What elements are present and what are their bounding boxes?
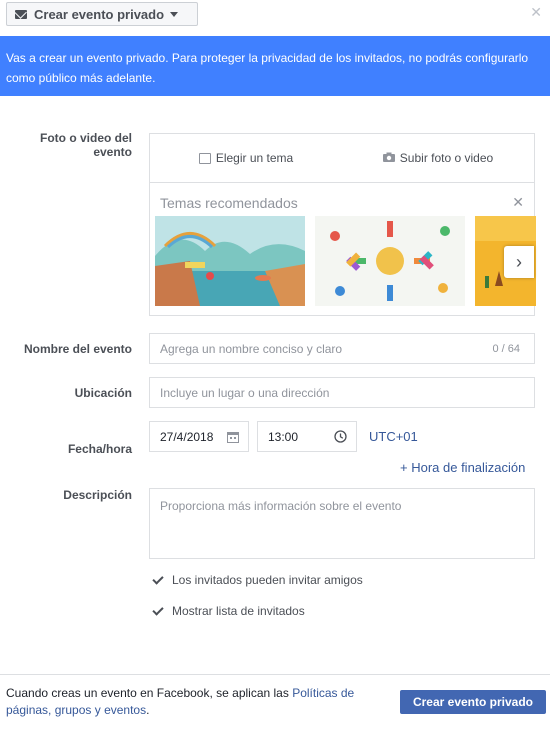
footer-divider	[0, 674, 550, 675]
event-name-placeholder: Agrega un nombre conciso y claro	[160, 341, 343, 356]
date-input[interactable]: 27/4/2018	[149, 421, 249, 452]
location-placeholder: Incluye un lugar o una dirección	[160, 385, 330, 400]
media-tabs: Elegir un tema Subir foto o video	[150, 134, 534, 183]
choose-theme-tab[interactable]: Elegir un tema	[150, 151, 342, 165]
upload-media-tab[interactable]: Subir foto o video	[342, 151, 534, 165]
date-value: 27/4/2018	[160, 429, 214, 444]
datetime-label: Fecha/hora	[67, 442, 132, 456]
media-picker: Elegir un tema Subir foto o video Temas …	[149, 133, 536, 316]
description-label: Descripción	[63, 488, 132, 502]
theme-icon	[198, 152, 211, 164]
theme-thumbnail-lake[interactable]	[155, 216, 305, 306]
calendar-icon	[227, 431, 239, 446]
clock-icon	[334, 430, 347, 446]
create-private-event-button[interactable]: Crear evento privado	[400, 690, 546, 714]
time-input[interactable]: 13:00	[257, 421, 357, 452]
footer-policy-text: Cuando creas un evento en Facebook, se a…	[6, 685, 386, 719]
privacy-banner-text: Vas a crear un evento privado. Para prot…	[6, 51, 529, 85]
show-guest-list-checkbox[interactable]: Mostrar lista de invitados	[152, 604, 305, 618]
theme-thumbnail-summer[interactable]	[315, 216, 465, 306]
privacy-banner: Vas a crear un evento privado. Para prot…	[0, 36, 550, 96]
policy-prefix: Cuando creas un evento en Facebook, se a…	[6, 686, 293, 700]
event-type-label: Crear evento privado	[34, 6, 165, 22]
event-type-dropdown[interactable]: Crear evento privado	[6, 2, 198, 26]
location-label: Ubicación	[74, 386, 132, 400]
themes-title: Temas recomendados	[160, 195, 298, 211]
event-name-input[interactable]: Agrega un nombre conciso y claro 0 / 64	[149, 333, 535, 364]
caret-down-icon	[170, 11, 179, 17]
chevron-right-icon: ›	[516, 251, 522, 272]
end-time-link[interactable]: + Hora de finalización	[400, 460, 525, 475]
checkbox-checked-icon	[152, 605, 164, 617]
upload-media-label: Subir foto o video	[399, 151, 494, 165]
event-name-label: Nombre del evento	[23, 342, 132, 356]
time-value: 13:00	[268, 429, 299, 444]
choose-theme-label: Elegir un tema	[215, 151, 294, 165]
timezone-link[interactable]: UTC+01	[369, 429, 418, 444]
themes-next-button[interactable]: ›	[504, 246, 534, 278]
description-textarea[interactable]: Proporciona más información sobre el eve…	[149, 488, 535, 559]
show-guest-list-label: Mostrar lista de invitados	[172, 604, 305, 618]
description-placeholder: Proporciona más información sobre el eve…	[160, 499, 402, 513]
invite-friends-checkbox[interactable]: Los invitados pueden invitar amigos	[152, 573, 363, 587]
camera-icon	[382, 151, 395, 165]
themes-close-icon[interactable]: ✕	[512, 194, 524, 211]
checkbox-checked-icon	[152, 574, 164, 586]
mail-icon	[15, 9, 27, 19]
event-name-counter: 0 / 64	[492, 343, 520, 355]
location-input[interactable]: Incluye un lugar o una dirección	[149, 377, 535, 408]
close-icon[interactable]: ✕	[530, 4, 542, 21]
invite-friends-label: Los invitados pueden invitar amigos	[172, 573, 363, 587]
media-label: Foto o video del evento	[40, 131, 132, 159]
policy-suffix: .	[146, 703, 150, 717]
